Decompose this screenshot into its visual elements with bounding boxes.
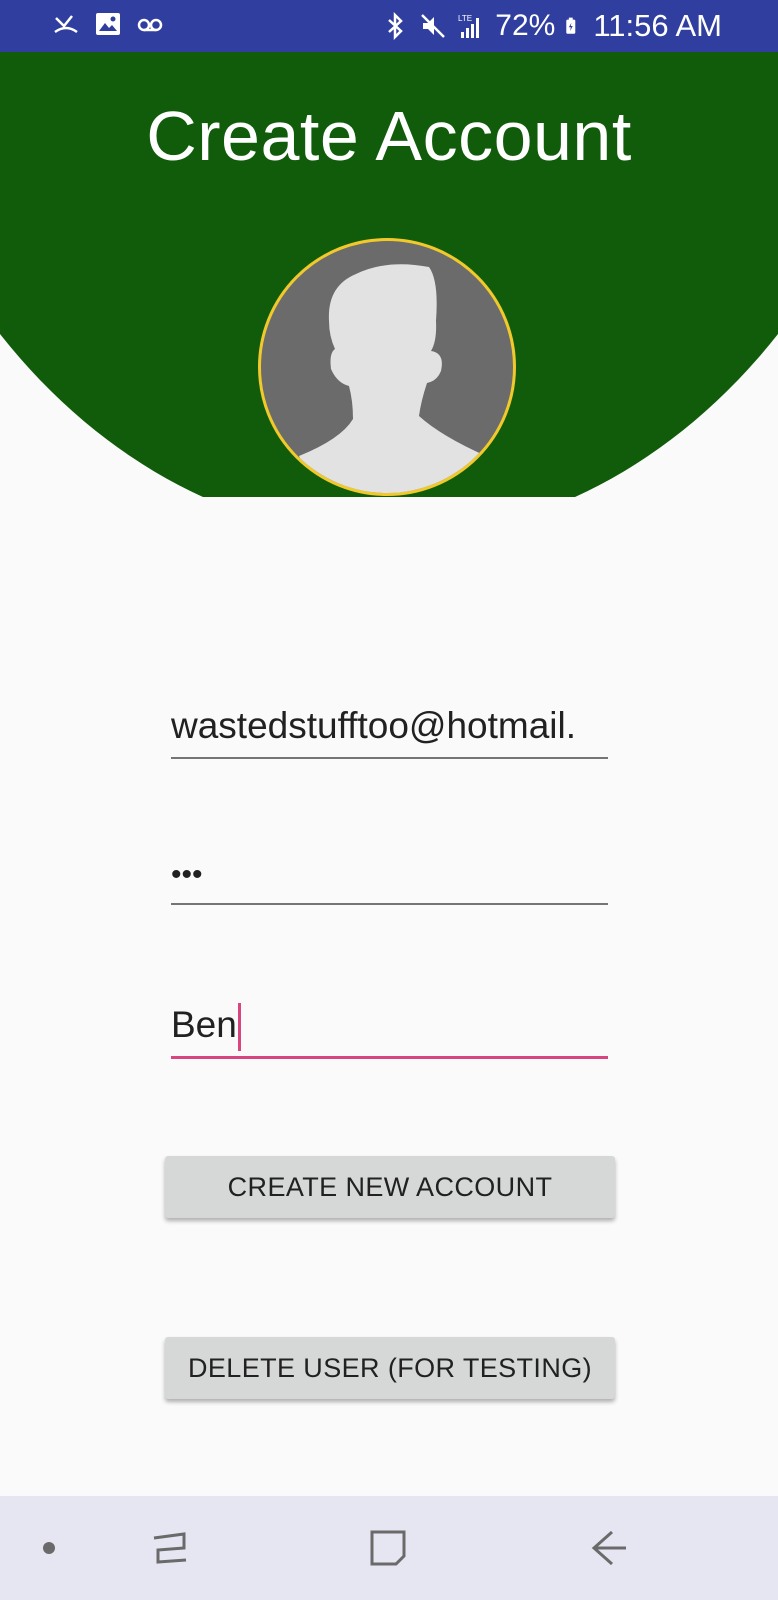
dot-icon[interactable]	[40, 1526, 58, 1570]
back-icon[interactable]	[588, 1526, 632, 1570]
password-field[interactable]: •••	[171, 843, 608, 905]
mute-icon	[421, 14, 446, 38]
avatar[interactable]	[258, 238, 516, 496]
password-value: •••	[171, 858, 203, 891]
email-value: wastedstufftoo@hotmail.	[171, 705, 577, 746]
page-title: Create Account	[146, 97, 632, 175]
lte-signal-icon: LTE	[458, 14, 480, 38]
image-icon	[96, 13, 120, 35]
status-bar: LTE 72% 11:56 AM	[0, 0, 778, 52]
status-left-icons	[52, 10, 164, 38]
battery-icon	[566, 17, 576, 34]
status-time: 11:56 AM	[593, 8, 722, 43]
create-account-button[interactable]: CREATE NEW ACCOUNT	[165, 1156, 615, 1218]
name-field[interactable]: Ben	[171, 996, 608, 1059]
name-value: Ben	[171, 1004, 237, 1045]
person-silhouette-icon	[299, 264, 486, 493]
recents-icon[interactable]	[150, 1526, 194, 1570]
text-cursor	[237, 1003, 241, 1052]
email-field[interactable]: wastedstufftoo@hotmail.	[171, 697, 608, 759]
missed-call-icon	[54, 15, 78, 34]
bluetooth-icon	[388, 12, 404, 40]
svg-text:LTE: LTE	[458, 14, 472, 23]
delete-user-button[interactable]: DELETE USER (FOR TESTING)	[165, 1337, 615, 1399]
status-right-icons: LTE 72% 11:56 AM	[381, 8, 722, 44]
battery-percent: 72%	[495, 9, 556, 42]
home-icon[interactable]	[366, 1526, 410, 1570]
voicemail-icon	[137, 18, 163, 32]
navigation-bar	[0, 1496, 778, 1600]
